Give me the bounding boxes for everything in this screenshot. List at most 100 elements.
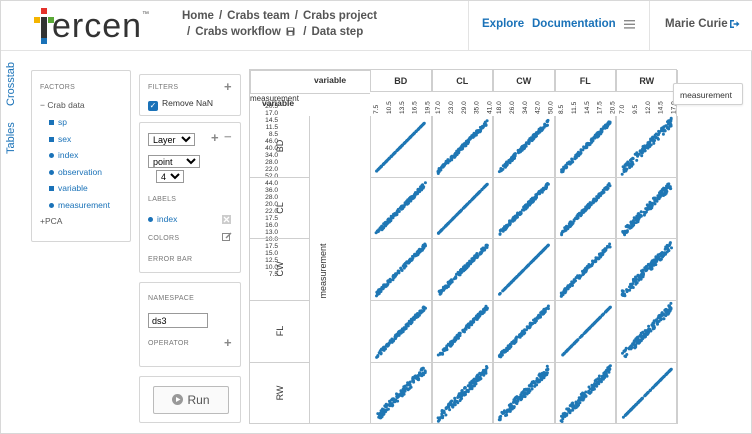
data-point (392, 151, 396, 155)
x-tick-label: 10.5 (386, 101, 393, 114)
run-button[interactable]: Run (153, 386, 229, 414)
scatter-plot[interactable] (493, 239, 555, 301)
point-size-select[interactable]: 4 (156, 170, 184, 183)
column-header-rw: RW (639, 76, 655, 86)
factor-item-sp[interactable]: sp (49, 117, 67, 127)
data-point (592, 321, 596, 325)
data-point (423, 180, 427, 184)
tab-crosstab[interactable]: Crosstab (5, 59, 21, 109)
factor-item-variable[interactable]: variable (49, 183, 88, 193)
logout-icon[interactable] (729, 19, 740, 29)
data-point (524, 202, 528, 206)
factor-item-index[interactable]: index (49, 150, 78, 160)
scatter-plot[interactable] (555, 363, 617, 425)
user-name[interactable]: Marie Curie (665, 18, 728, 30)
scatter-plot[interactable] (370, 239, 432, 301)
scatter-plot[interactable] (555, 178, 617, 240)
data-point (475, 314, 479, 318)
data-point (419, 309, 423, 313)
scatter-plot[interactable] (370, 363, 432, 425)
factor-item-observation[interactable]: observation (49, 167, 102, 177)
data-point (559, 168, 563, 172)
scatter-plot[interactable] (370, 301, 432, 363)
nav-explore[interactable]: Explore (482, 18, 524, 30)
scatter-plot[interactable] (493, 301, 555, 363)
scatter-plot[interactable] (432, 301, 494, 363)
data-point (597, 374, 601, 378)
data-point (625, 290, 629, 294)
factor-square-icon (49, 186, 54, 192)
x-tick-label: 7.5 (373, 105, 380, 114)
factor-group-pca[interactable]: +PCA (40, 216, 62, 226)
scatter-plot[interactable] (432, 239, 494, 301)
scatter-plot[interactable] (370, 116, 432, 178)
factor-label: measurement (58, 200, 110, 210)
scatter-plot[interactable] (432, 116, 494, 178)
chart-type-select[interactable]: point (148, 155, 200, 168)
data-point (598, 192, 602, 196)
column-header-fl: FL (579, 76, 591, 86)
scatter-plot[interactable] (493, 363, 555, 425)
scatter-plot[interactable] (616, 363, 678, 425)
data-point (623, 413, 627, 417)
scatter-plot[interactable] (432, 178, 494, 240)
add-layer-plus-icon[interactable]: + (211, 130, 219, 145)
measurement-popup[interactable]: measurement (673, 83, 743, 105)
data-point (395, 149, 399, 153)
scatter-plot[interactable] (370, 178, 432, 240)
scatter-plot[interactable] (555, 239, 617, 301)
data-point (377, 415, 381, 419)
scatter-plot[interactable] (616, 239, 678, 301)
factors-group[interactable]: − Crab data (40, 100, 85, 110)
scatter-plot[interactable] (493, 178, 555, 240)
remove-label-x-icon[interactable] (222, 215, 231, 224)
breadcrumb-project[interactable]: Crabs project (303, 10, 377, 22)
namespace-input[interactable] (148, 313, 208, 328)
nav-documentation[interactable]: Documentation (532, 18, 616, 30)
data-point (537, 253, 540, 257)
scatter-plot[interactable] (616, 178, 678, 240)
x-tick-label: 12.0 (645, 101, 652, 114)
edit-colors-icon[interactable] (222, 232, 232, 242)
data-point (417, 377, 421, 381)
data-point (652, 319, 656, 323)
data-point (579, 148, 583, 152)
data-point (532, 199, 535, 203)
factor-item-sex[interactable]: sex (49, 134, 71, 144)
scatter-plot[interactable] (616, 116, 678, 178)
data-point (605, 245, 609, 249)
factor-item-measurement[interactable]: measurement (49, 200, 110, 210)
x-tick-label: 14.5 (583, 101, 590, 114)
breadcrumb-team[interactable]: Crabs team (227, 10, 290, 22)
scatter-plot[interactable] (555, 301, 617, 363)
data-point (546, 118, 550, 122)
remove-nan-checkbox[interactable]: ✓ (148, 101, 158, 111)
data-point (527, 383, 531, 387)
hamburger-menu-icon[interactable] (624, 20, 635, 29)
factor-label: variable (58, 183, 88, 193)
tab-tables[interactable]: Tables (5, 119, 21, 157)
tercen-logo[interactable]: ercen ™ (34, 7, 164, 45)
data-point (468, 385, 472, 389)
breadcrumb-workflow[interactable]: Crabs workflow (195, 26, 281, 38)
layer-select[interactable]: Layer 1 (148, 133, 195, 146)
label-item-index[interactable]: index (148, 214, 177, 224)
operator-title: OPERATOR (148, 340, 190, 347)
data-point (640, 397, 644, 401)
remove-layer-minus-icon[interactable]: − (224, 129, 232, 144)
data-point (569, 280, 573, 284)
data-point (541, 126, 545, 130)
breadcrumb-home[interactable]: Home (182, 10, 214, 22)
data-point (566, 225, 570, 229)
add-filter-plus-icon[interactable]: + (224, 79, 232, 94)
data-point (440, 413, 443, 417)
scatter-plot[interactable] (616, 301, 678, 363)
scatter-plot[interactable] (432, 363, 494, 425)
scatter-plot[interactable] (555, 116, 617, 178)
data-point (591, 198, 595, 202)
scatter-plot[interactable] (493, 116, 555, 178)
breadcrumb-datastep[interactable]: Data step (311, 26, 363, 38)
save-icon[interactable] (286, 27, 295, 36)
data-point (526, 326, 530, 330)
add-operator-plus-icon[interactable]: + (224, 335, 232, 350)
